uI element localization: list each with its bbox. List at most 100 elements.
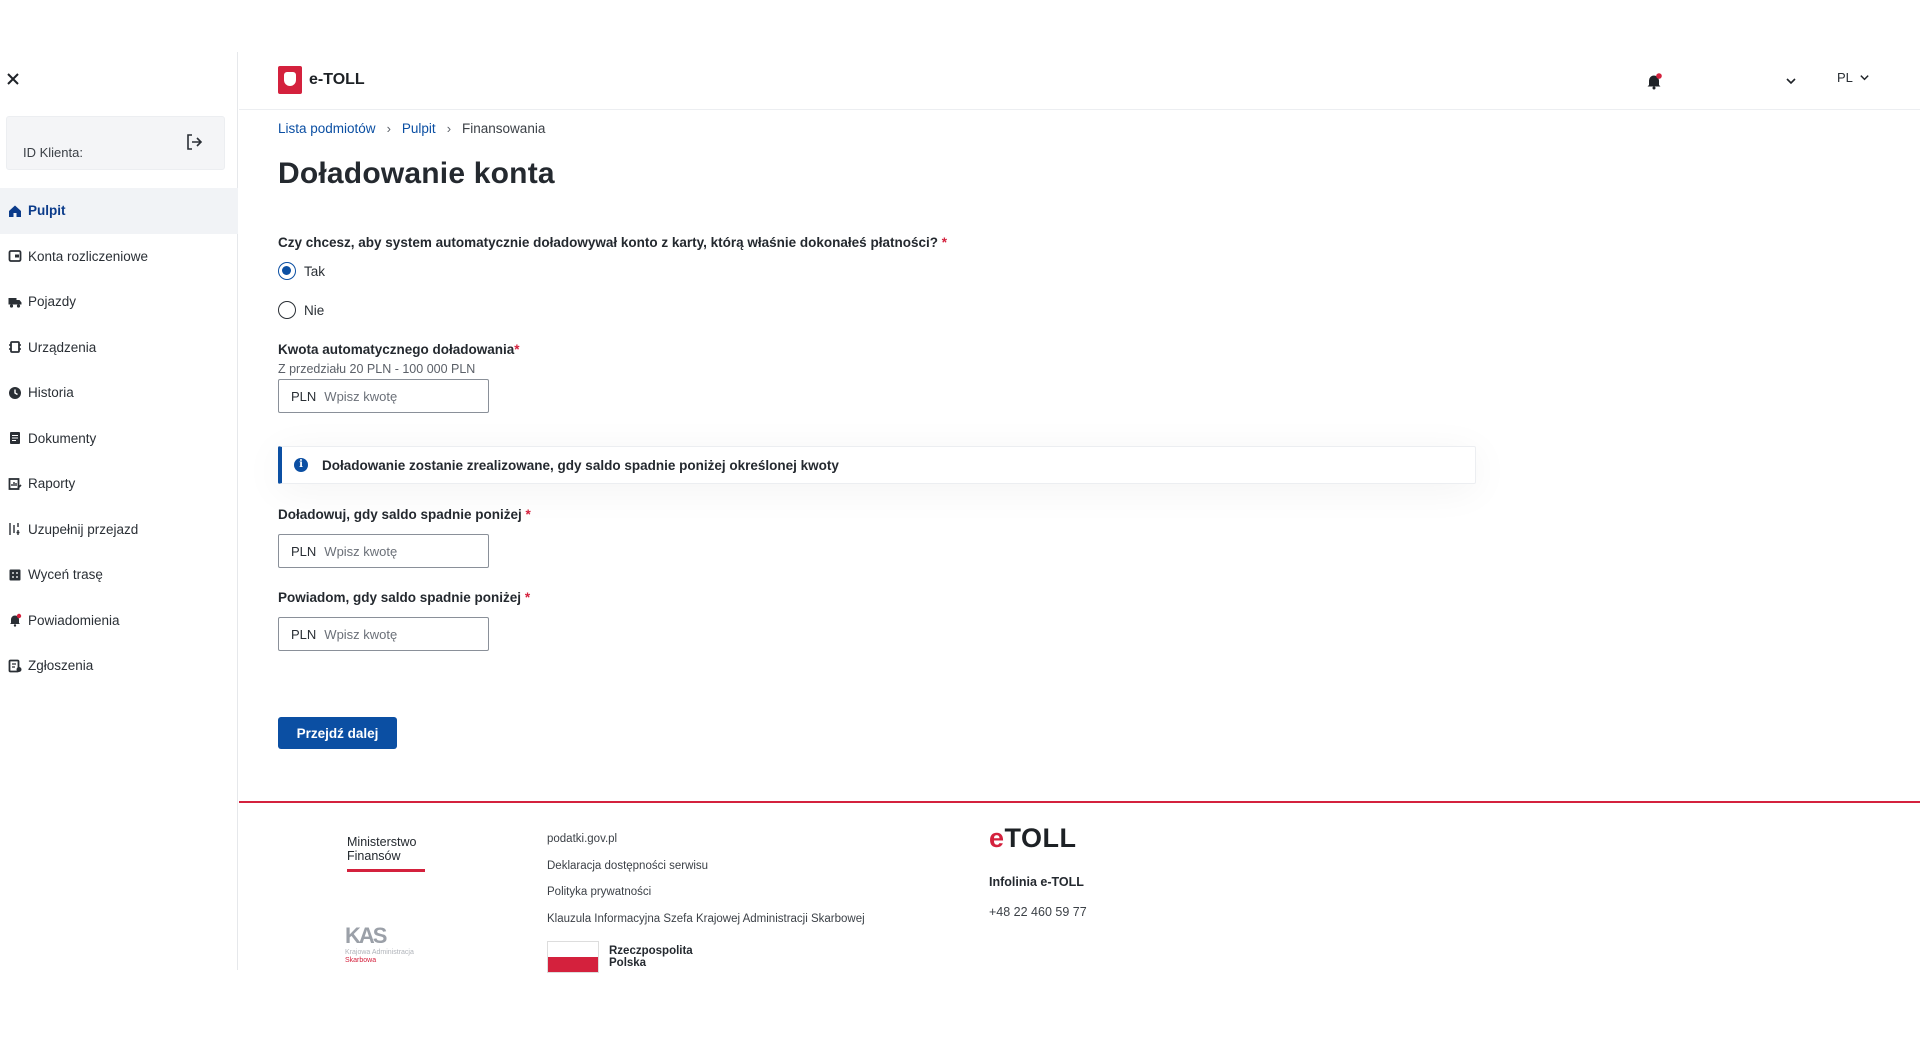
rzeczpospolita-polska-logo[interactable]: Rzeczpospolita Polska (547, 941, 693, 973)
ministry-logo-bar (347, 869, 425, 872)
breadcrumb-link-lista-podmiotow[interactable]: Lista podmiotów (278, 121, 376, 136)
threshold-field-label: Doładowuj, gdy saldo spadnie poniżej * (278, 507, 531, 522)
close-sidebar-button[interactable] (6, 70, 26, 90)
chevron-down-icon (1860, 75, 1869, 81)
info-icon: i (294, 458, 308, 472)
footer-link-klauzula[interactable]: Klauzula Informacyjna Szefa Krajowej Adm… (547, 913, 865, 940)
threshold-input-placeholder: Wpisz kwotę (324, 543, 398, 559)
amount-input-placeholder: Wpisz kwotę (324, 388, 398, 404)
sidebar-item-wycen-trase[interactable]: Wyceń trasę (0, 552, 238, 598)
sidebar-item-raporty[interactable]: Raporty (0, 461, 238, 507)
etoll-logo[interactable]: e-TOLL (278, 66, 365, 94)
required-mark: * (514, 342, 520, 357)
sidebar-item-label: Urządzenia (28, 339, 97, 355)
sidebar-item-historia[interactable]: Historia (0, 370, 238, 416)
kas-text: Krajowa Administracja Skarbowa (345, 949, 435, 965)
question-text: Czy chcesz, aby system automatycznie doł… (278, 235, 938, 250)
kas-text-line-1: Krajowa Administracja (345, 949, 414, 956)
radio-option-nie[interactable]: Nie (278, 301, 324, 319)
sidebar-item-uzupelnij-przejazd[interactable]: Uzupełnij przejazd (0, 507, 238, 553)
bell-icon (1647, 73, 1662, 90)
language-label: PL (1837, 70, 1853, 85)
sidebar-item-label: Uzupełnij przejazd (28, 521, 139, 537)
breadcrumb-current: Finansowania (462, 121, 546, 136)
close-icon (7, 73, 19, 85)
client-id-box: ID Klienta: (6, 116, 225, 170)
rp-text-line-1: Rzeczpospolita (609, 945, 693, 957)
rp-text-line-2: Polska (609, 957, 647, 969)
app-name: e-TOLL (309, 71, 365, 88)
logout-button[interactable] (184, 132, 206, 154)
bell-icon (10, 614, 22, 627)
footer: Ministerstwo Finansów KAS Krajowa Admini… (239, 801, 1920, 973)
required-mark: * (525, 507, 531, 522)
sidebar-item-zgloszenia[interactable]: Zgłoszenia (0, 643, 238, 689)
document-icon (10, 432, 20, 445)
sidebar-item-label: Historia (28, 385, 74, 401)
etoll-wordmark-rest: TOLL (1004, 823, 1077, 853)
continue-button[interactable]: Przejdź dalej (278, 717, 397, 749)
notify-input[interactable]: PLN Wpisz kwotę (278, 617, 489, 651)
polish-flag-icon (547, 941, 599, 973)
language-selector[interactable]: PL (1837, 70, 1870, 85)
footer-link-polityka[interactable]: Polityka prywatności (547, 886, 865, 913)
chevron-right-icon: › (386, 121, 391, 136)
top-header: e-TOLL PL (239, 52, 1920, 110)
client-id-label: ID Klienta: (23, 145, 83, 160)
chevron-down-icon (1786, 78, 1796, 85)
radio-option-tak[interactable]: Tak (278, 262, 325, 280)
threshold-input[interactable]: PLN Wpisz kwotę (278, 534, 489, 568)
sidebar-item-label: Dokumenty (28, 430, 97, 446)
ministry-line-2: Finansów (347, 849, 401, 863)
notify-label-text: Powiadom, gdy saldo spadnie poniżej (278, 590, 522, 605)
amount-input[interactable]: PLN Wpisz kwotę (278, 379, 489, 413)
auto-topup-question: Czy chcesz, aby system automatycznie doł… (278, 235, 947, 250)
sidebar-item-label: Zgłoszenia (28, 658, 94, 674)
hotline-phone[interactable]: +48 22 460 59 77 (989, 905, 1087, 919)
amount-label-text: Kwota automatycznego doładowania (278, 342, 515, 357)
radio-button-unchecked[interactable] (278, 301, 296, 319)
ticket-icon (8, 659, 22, 673)
footer-link-deklaracja[interactable]: Deklaracja dostępności serwisu (547, 860, 865, 887)
calculator-icon (9, 569, 21, 581)
notifications-button[interactable] (1645, 72, 1663, 90)
kas-logo[interactable]: KAS Krajowa Administracja Skarbowa (345, 923, 435, 973)
required-mark: * (524, 590, 531, 605)
wallet-icon (8, 250, 22, 263)
logout-icon (187, 134, 203, 150)
sidebar-item-label: Wyceń trasę (28, 567, 103, 583)
ministry-of-finance-logo[interactable]: Ministerstwo Finansów (347, 835, 425, 872)
radio-label: Nie (304, 302, 325, 318)
breadcrumb-link-pulpit[interactable]: Pulpit (402, 121, 436, 136)
currency-prefix: PLN (291, 626, 317, 642)
sidebar-item-powiadomienia[interactable]: Powiadomienia (0, 598, 238, 644)
required-mark: * (941, 235, 947, 250)
sidebar-item-label: Konta rozliczeniowe (28, 248, 149, 264)
page-title: Doładowanie konta (278, 157, 555, 190)
hotline-label: Infolinia e-TOLL (989, 875, 1084, 889)
currency-prefix: PLN (291, 388, 317, 404)
sidebar-item-konta-rozliczeniowe[interactable]: Konta rozliczeniowe (0, 234, 238, 280)
sidebar: ID Klienta: Pulpit Konta rozliczeniowe P… (0, 52, 238, 970)
sidebar-item-pulpit[interactable]: Pulpit (0, 188, 238, 234)
report-icon (8, 477, 22, 490)
sidebar-nav: Pulpit Konta rozliczeniowe Pojazdy Urząd… (0, 188, 238, 689)
device-icon (9, 341, 21, 354)
notify-field-label: Powiadom, gdy saldo spadnie poniżej * (278, 590, 530, 605)
sidebar-item-label: Pojazdy (28, 294, 77, 310)
account-menu-toggle[interactable] (1785, 74, 1797, 86)
sidebar-item-label: Pulpit (28, 203, 66, 219)
sidebar-item-urzadzenia[interactable]: Urządzenia (0, 325, 238, 371)
footer-link-podatki[interactable]: podatki.gov.pl (547, 833, 865, 860)
clock-icon (9, 386, 21, 399)
sidebar-item-pojazdy[interactable]: Pojazdy (0, 279, 238, 325)
etoll-footer-logo[interactable]: eTOLL (989, 823, 1077, 854)
radio-button-checked[interactable] (278, 262, 296, 280)
notify-input-placeholder: Wpisz kwotę (324, 626, 398, 642)
kas-mark: KAS (345, 923, 387, 948)
sidebar-item-label: Raporty (28, 476, 76, 492)
rp-text: Rzeczpospolita Polska (609, 945, 693, 969)
etoll-wordmark-e: e (989, 823, 1005, 853)
amount-field-label: Kwota automatycznego doładowania* (278, 342, 520, 357)
sidebar-item-dokumenty[interactable]: Dokumenty (0, 416, 238, 462)
